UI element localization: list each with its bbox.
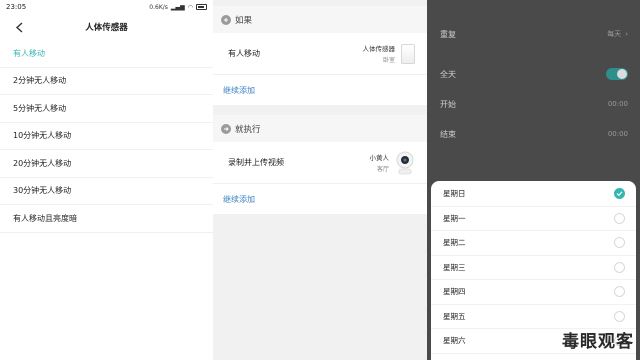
day-option-tuesday[interactable]: 星期二 [431,231,636,256]
radio-unchecked-icon [614,310,625,322]
action-title: 录制并上传视频 [228,158,284,167]
start-label: 开始 [440,99,456,109]
radio-unchecked-icon [614,261,625,273]
then-section-icon [221,123,231,134]
if-section: 如果 有人移动 人体传感器 卧室 继续添加 [213,6,427,105]
battery-icon [196,4,207,10]
repeat-row[interactable]: 重复 每天 › [427,19,640,49]
trigger-option-list: 有人移动 2分钟无人移动 5分钟无人移动 10分钟无人移动 20分钟无人移动 3… [0,40,213,233]
repeat-label: 重复 [440,29,456,39]
day-label: 星期五 [443,311,466,321]
radio-unchecked-icon [614,286,625,298]
signal-icon: ▂▄▆ [170,3,185,11]
repeat-value: 每天 [607,30,622,38]
sensor-trigger-screen: 23:05 0.6K/s ▂▄▆ ◠ 人体传感器 有人移动 2分钟无人移动 5分… [0,0,213,360]
all-day-row: 全天 [427,59,640,89]
day-option-thursday[interactable]: 星期四 [431,280,636,305]
radio-unchecked-icon [614,212,625,224]
start-row[interactable]: 开始 00:00 [427,89,640,119]
trigger-option-20min[interactable]: 20分钟无人移动 [0,150,213,178]
day-option-sunday[interactable]: 星期日 [431,182,636,207]
end-value: 00:00 [607,130,628,138]
sensor-device-icon [401,43,415,64]
then-section-header: 就执行 [213,115,427,142]
add-condition-link[interactable]: 继续添加 [213,75,427,105]
action-device: 小黄人 [369,154,390,162]
watermark: 毒眼观客 [562,332,634,352]
day-option-friday[interactable]: 星期五 [431,305,636,329]
start-value: 00:00 [607,100,628,108]
if-section-icon [221,14,231,25]
add-action-link[interactable]: 继续添加 [213,184,427,214]
status-time: 23:05 [6,3,27,11]
radio-unchecked-icon [614,237,625,249]
page-title: 人体传感器 [85,23,128,33]
all-day-toggle[interactable] [606,68,628,80]
trigger-option-motion-dark[interactable]: 有人移动且亮度暗 [0,205,213,233]
condition-card[interactable]: 有人移动 人体传感器 卧室 [213,33,427,75]
all-day-label: 全天 [440,69,456,79]
action-card[interactable]: 录制并上传视频 小黄人 客厅 [213,142,427,184]
then-section: 就执行 录制并上传视频 小黄人 客厅 继续添加 [213,115,427,214]
trigger-option-30min[interactable]: 30分钟无人移动 [0,178,213,205]
status-icons: 0.6K/s ▂▄▆ ◠ [149,4,207,11]
trigger-option-2min[interactable]: 2分钟无人移动 [0,68,213,95]
trigger-option-5min[interactable]: 5分钟无人移动 [0,95,213,123]
automation-editor-screen: 如果 有人移动 人体传感器 卧室 继续添加 就执行 录制并上传视频 小黄人 客厅 [213,0,427,360]
check-icon [614,188,625,200]
condition-room: 卧室 [382,57,395,64]
if-section-label: 如果 [235,15,253,26]
if-section-header: 如果 [213,6,427,33]
then-section-label: 就执行 [235,124,261,135]
trigger-option-motion[interactable]: 有人移动 [0,40,213,68]
end-row[interactable]: 结束 00:00 [427,119,640,149]
day-label: 星期六 [443,336,466,346]
network-speed: 0.6K/s [149,3,168,11]
wifi-icon: ◠ [187,3,193,11]
day-option-monday[interactable]: 星期一 [431,207,636,231]
back-arrow-icon[interactable] [12,20,26,34]
schedule-screen: 重复 每天 › 全天 开始 00:00 结束 00:00 星期日 星期一 星期二 [427,0,640,360]
condition-title: 有人移动 [228,49,260,58]
condition-device: 人体传感器 [362,45,396,53]
day-label: 星期三 [443,262,466,272]
day-label: 星期日 [443,189,466,199]
day-option-wednesday[interactable]: 星期三 [431,256,636,280]
camera-device-icon [395,151,415,175]
trigger-option-10min[interactable]: 10分钟无人移动 [0,123,213,150]
day-label: 星期四 [443,287,466,297]
day-label: 星期二 [443,238,466,248]
day-label: 星期一 [443,213,466,223]
end-label: 结束 [440,129,456,139]
action-room: 客厅 [376,166,389,173]
status-bar: 23:05 0.6K/s ▂▄▆ ◠ [0,0,213,14]
chevron-right-icon: › [625,30,628,38]
nav-bar: 人体传感器 [0,14,213,40]
